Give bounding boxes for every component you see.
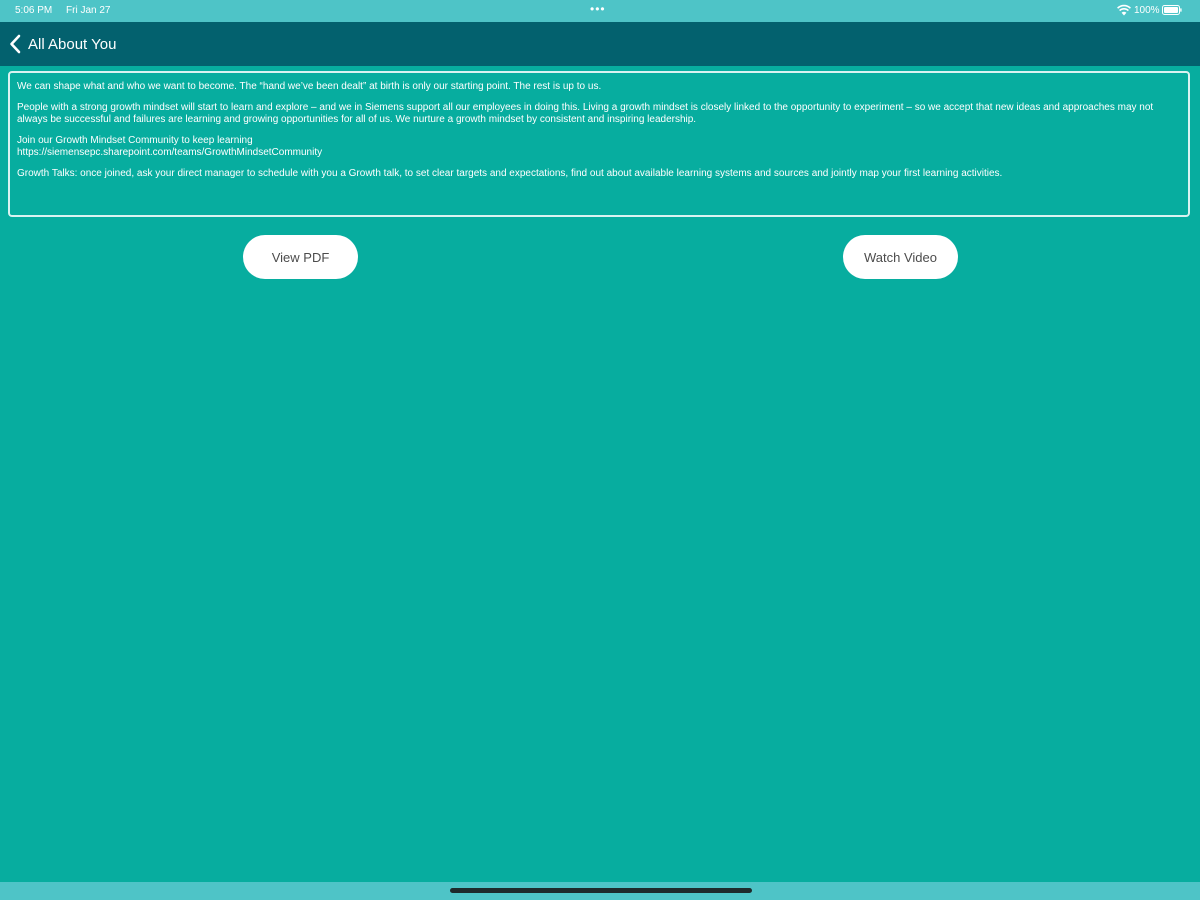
- status-time: 5:06 PM: [15, 5, 53, 16]
- battery-percent: 100%: [1134, 5, 1160, 16]
- home-indicator[interactable]: [450, 888, 752, 893]
- growth-talks-paragraph: Growth Talks: once joined, ask your dire…: [17, 168, 1003, 179]
- navigation-bar: All About You: [0, 22, 1200, 66]
- wifi-icon: [1117, 4, 1131, 16]
- status-bar: 5:06 PM Fri Jan 27 ••• 100%: [0, 0, 1200, 22]
- community-text: Join our Growth Mindset Community to kee…: [17, 135, 253, 146]
- chevron-left-icon: [10, 34, 21, 54]
- info-text-box: We can shape what and who we want to bec…: [8, 71, 1190, 217]
- multitask-dots[interactable]: •••: [590, 2, 606, 16]
- back-button[interactable]: All About You: [8, 30, 116, 58]
- battery-icon: [1162, 5, 1182, 15]
- community-block: Join our Growth Mindset Community to kee…: [17, 135, 1180, 159]
- intro-paragraph: We can shape what and who we want to bec…: [17, 81, 602, 92]
- status-date: Fri Jan 27: [66, 5, 111, 16]
- view-pdf-button[interactable]: View PDF: [243, 235, 358, 279]
- watch-video-button[interactable]: Watch Video: [843, 235, 958, 279]
- community-link[interactable]: https://siemensepc.sharepoint.com/teams/…: [17, 147, 322, 158]
- page-title: All About You: [28, 35, 117, 53]
- growth-mindset-paragraph: People with a strong growth mindset will…: [17, 102, 1154, 125]
